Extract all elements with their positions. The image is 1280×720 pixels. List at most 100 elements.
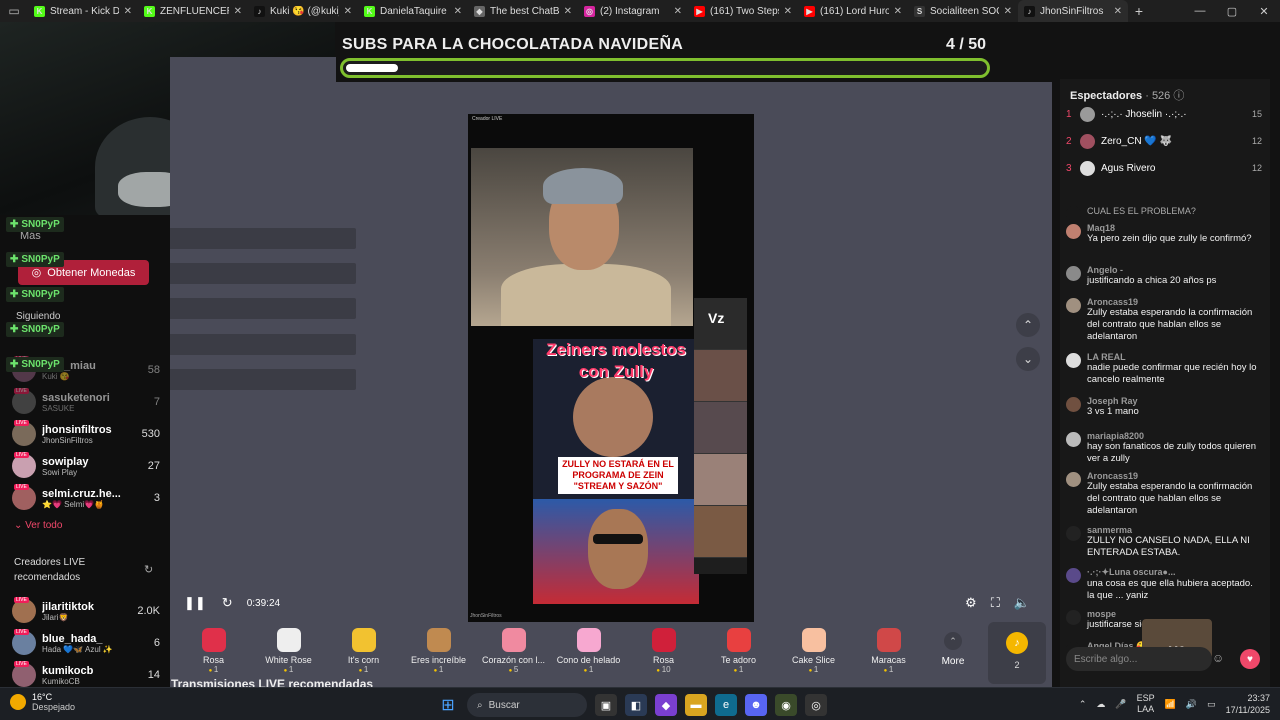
see-all-link[interactable]: ⌄ Ver todo — [14, 520, 62, 531]
tab-close-icon[interactable]: ✕ — [564, 6, 572, 17]
gift-item[interactable]: Cono de helado1 — [551, 622, 626, 684]
wifi-icon[interactable]: 📶 — [1165, 699, 1176, 710]
chat-username[interactable]: mariapia8200 — [1087, 431, 1262, 441]
chat-username[interactable]: sanmerma — [1087, 525, 1262, 535]
clock[interactable]: 23:37 17/11/2025 — [1226, 692, 1270, 716]
speaker-icon[interactable]: 🔊 — [1186, 699, 1197, 710]
chat-input[interactable]: Escribe algo... — [1066, 647, 1212, 671]
tab-close-icon[interactable]: ✕ — [234, 6, 242, 17]
emoji-icon[interactable]: ☺ — [1212, 651, 1224, 665]
browser-tab[interactable]: K ZENFLUENCER Strea ✕ — [138, 0, 248, 22]
gift-item[interactable]: Cake Slice1 — [776, 622, 851, 684]
sidebar-creator-item[interactable]: LIVE jilaritiktok Jilari🦁 2.0K — [12, 596, 160, 626]
file-explorer-icon[interactable]: ▬ — [685, 694, 707, 716]
gift-price: 1 — [809, 665, 818, 674]
guest-tile[interactable] — [694, 506, 747, 558]
tab-close-icon[interactable]: ✕ — [784, 6, 792, 17]
top-viewer-row[interactable]: 1 ·.·;·.· Jhoselin ·.·;·.· 15 — [1066, 103, 1262, 125]
chat-username[interactable]: Aroncass19 — [1087, 297, 1262, 307]
taskbar-search[interactable]: ⌕ Buscar — [467, 693, 587, 717]
mic-icon[interactable]: 🎤 — [1115, 699, 1126, 710]
browser-tab[interactable]: ♪ Kuki 😘 (@kuki_miau ✕ — [248, 0, 358, 22]
fullscreen-icon[interactable]: ⛶ — [991, 595, 1000, 611]
tab-close-icon[interactable]: ✕ — [1114, 6, 1122, 17]
battery-icon[interactable]: ▭ — [1207, 699, 1216, 710]
next-live-button[interactable]: ⌄ — [1016, 347, 1040, 371]
chat-username[interactable]: Angelo - — [1087, 265, 1262, 275]
sidebar-creator-item[interactable]: LIVE sasuketenori SASUKE 7 — [12, 387, 160, 417]
chat-username[interactable]: mospe — [1087, 609, 1262, 619]
gift-item[interactable]: Rosa10 — [626, 622, 701, 684]
sidebar-creator-item[interactable]: LIVE kumikocb KumikoCB 14 — [12, 660, 160, 687]
live-badge: LIVE — [14, 629, 29, 635]
tab-close-icon[interactable]: ✕ — [674, 6, 682, 17]
browser-tab[interactable]: K DanielaTaquire Strea ✕ — [358, 0, 468, 22]
store-icon[interactable]: ◧ — [625, 694, 647, 716]
viewers-heading[interactable]: Espectadores · 526 ⓘ — [1070, 87, 1184, 103]
chat-username[interactable]: LA REAL — [1087, 352, 1262, 362]
task-view-icon[interactable]: ▣ — [595, 694, 617, 716]
new-tab-button[interactable]: + — [1128, 3, 1150, 19]
language-indicator[interactable]: ESP LAA — [1137, 693, 1155, 715]
show-hidden-icons[interactable]: ⌃ — [1079, 699, 1087, 710]
sidebar-creator-item[interactable]: LIVE blue_hada_ Hada 💙🦋 Azul ✨ 6 — [12, 628, 160, 658]
volume-icon[interactable]: 🔈 — [1014, 595, 1030, 611]
sidebar-creator-item[interactable]: LIVE sowiplay Sowi Play 27 — [12, 451, 160, 481]
browser-tab[interactable]: ◆ The best ChatBot a ✕ — [468, 0, 578, 22]
info-icon[interactable]: ⓘ — [1173, 90, 1184, 102]
gift-item[interactable]: Rosa1 — [176, 622, 251, 684]
discord-icon[interactable]: ☻ — [745, 694, 767, 716]
chat-username[interactable]: Joseph Ray — [1087, 396, 1262, 406]
chat-username[interactable]: Maq18 — [1087, 223, 1262, 233]
reload-icon[interactable]: ↻ — [222, 595, 233, 611]
gift-item[interactable]: Eres increíble1 — [401, 622, 476, 684]
guest-tile[interactable] — [694, 454, 747, 506]
windows-start-icon[interactable]: ⊞ — [437, 694, 459, 716]
guest-tile[interactable] — [694, 402, 747, 454]
gift-item[interactable]: Te adoro1 — [701, 622, 776, 684]
copilot-icon[interactable]: ◆ — [655, 694, 677, 716]
browser-tab[interactable]: ▶ (161) Two Steps Fro ✕ — [688, 0, 798, 22]
like-heart-button[interactable]: ♥ — [1240, 649, 1260, 669]
browser-tab[interactable]: S Socialiteen SOCIAL ✕ — [908, 0, 1018, 22]
gift-item[interactable]: Corazón con l...5 — [476, 622, 551, 684]
obs-icon[interactable]: ◎ — [805, 694, 827, 716]
sidebar-creator-item[interactable]: LIVE jhonsinfiltros JhonSinFiltros 530 — [12, 419, 160, 449]
user-badge: ✚ SN0PyP — [6, 357, 64, 372]
edge-browser-icon[interactable]: e — [715, 694, 737, 716]
tab-close-icon[interactable]: ✕ — [124, 6, 132, 17]
tab-close-icon[interactable]: ✕ — [454, 6, 462, 17]
guest-tile[interactable] — [694, 350, 747, 402]
minimize-button[interactable]: — — [1184, 0, 1216, 22]
refresh-icon[interactable]: ↻ — [144, 563, 153, 576]
app-icon[interactable]: ◉ — [775, 694, 797, 716]
gift-item[interactable]: White Rose1 — [251, 622, 326, 684]
browser-tab[interactable]: ◎ (2) Instagram ✕ — [578, 0, 688, 22]
coins-button[interactable]: ♪ 2 — [988, 622, 1046, 684]
guest-tile[interactable]: Vz — [694, 298, 747, 350]
close-window-button[interactable]: ✕ — [1248, 0, 1280, 22]
browser-tab[interactable]: K Stream - Kick Dashb ✕ — [28, 0, 138, 22]
gift-item[interactable]: Maracas1 — [851, 622, 926, 684]
viewer-rank: 2 — [1066, 135, 1072, 147]
tab-close-icon[interactable]: ✕ — [894, 6, 902, 17]
weather-widget[interactable]: 16°C Despejado — [10, 692, 75, 712]
previous-live-button[interactable]: ⌃ — [1016, 313, 1040, 337]
gift-item[interactable]: It's corn1 — [326, 622, 401, 684]
browser-tab[interactable]: ♪ JhonSinFiltros ✕ — [1018, 0, 1128, 22]
top-viewer-row[interactable]: 2 Zero_CN 💙 🐺 12 — [1066, 130, 1262, 152]
top-viewer-row[interactable]: 3 Agus Rivero 12 — [1066, 157, 1262, 179]
cloud-icon[interactable]: ☁ — [1096, 699, 1105, 710]
tab-actions-icon[interactable]: ▭ — [0, 0, 28, 22]
tab-close-icon[interactable]: ✕ — [1004, 6, 1012, 17]
maximize-button[interactable]: ▢ — [1216, 0, 1248, 22]
tab-close-icon[interactable]: ✕ — [344, 6, 352, 17]
sidebar-creator-item[interactable]: LIVE selmi.cruz.he... ⭐💗 Selmi💗🍯 3 — [12, 483, 160, 513]
chat-username[interactable]: Aroncass19 — [1087, 471, 1262, 481]
browser-tab[interactable]: ▶ (161) Lord Huron - ✕ — [798, 0, 908, 22]
pause-icon[interactable]: ❚❚ — [184, 595, 206, 611]
settings-icon[interactable]: ⚙ — [965, 595, 977, 611]
chat-username[interactable]: ·.·;·✦Luna oscura●... — [1087, 567, 1262, 578]
gifts-more-button[interactable]: ⌃ More — [926, 622, 980, 684]
stream-video[interactable]: Creador LIVE Zeiners molestos con Zully … — [468, 114, 754, 622]
